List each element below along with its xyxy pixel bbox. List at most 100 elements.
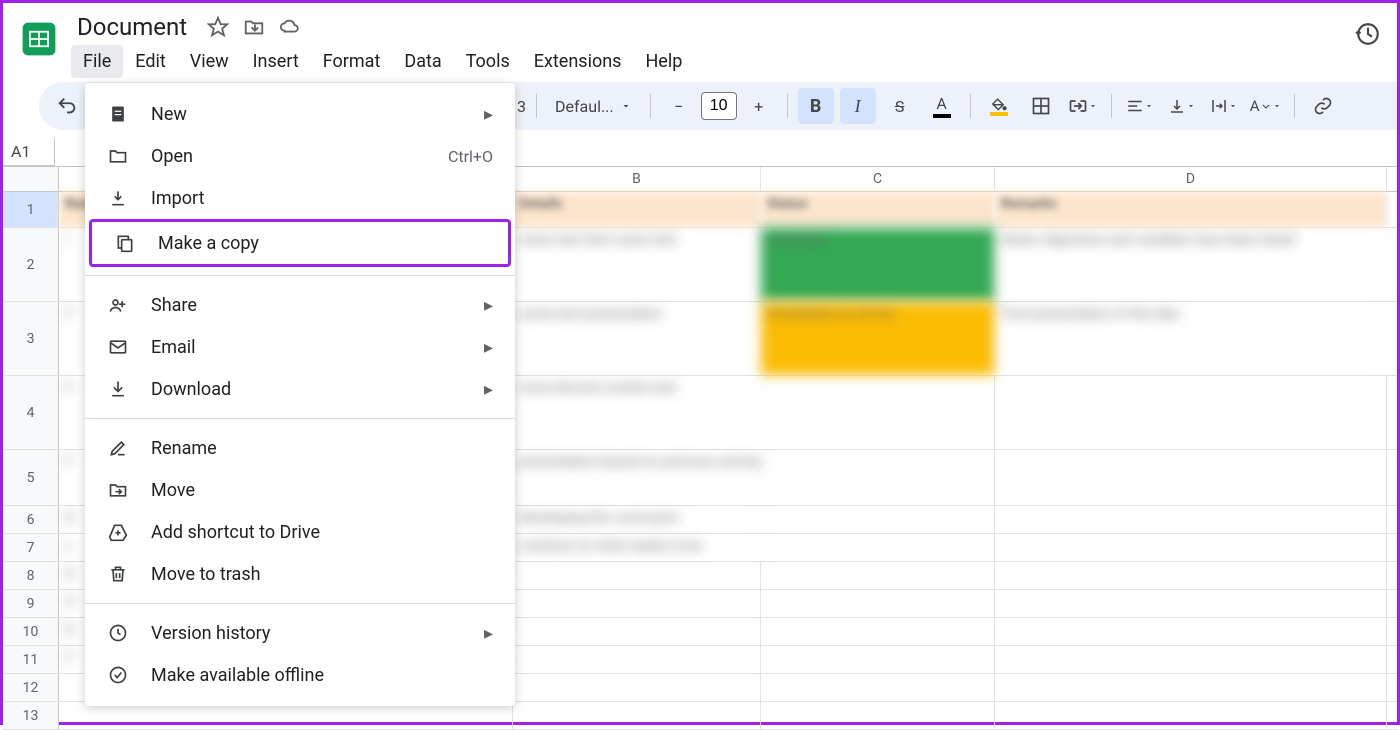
row-header[interactable]: 12 (3, 674, 59, 701)
menu-share[interactable]: Share ▸ (85, 284, 515, 326)
cell[interactable] (761, 376, 995, 449)
cell[interactable]: First presentation of the idea (995, 302, 1387, 375)
font-family-select[interactable]: Defaul... (547, 93, 640, 120)
decrease-font-button[interactable]: − (661, 88, 697, 124)
bold-button[interactable]: B (798, 88, 834, 124)
row-header[interactable]: 9 (3, 590, 59, 617)
row-header[interactable]: 2 (3, 228, 59, 301)
font-size-input[interactable] (701, 92, 737, 120)
cell[interactable]: Details (513, 192, 761, 227)
cell[interactable]: more blurred content text (513, 376, 761, 449)
name-box[interactable]: A1 (3, 138, 55, 166)
cell[interactable]: developing the curriculum (513, 506, 761, 533)
menu-version-history[interactable]: Version history ▸ (85, 612, 515, 654)
cell[interactable] (995, 646, 1387, 673)
cell[interactable]: Status (761, 192, 995, 227)
cell[interactable] (761, 506, 995, 533)
row-header[interactable]: 7 (3, 534, 59, 561)
select-all-corner[interactable] (3, 167, 59, 191)
cell[interactable] (761, 534, 995, 561)
row-header[interactable]: 5 (3, 450, 59, 505)
cell[interactable] (995, 534, 1387, 561)
merge-cells-button[interactable] (1065, 88, 1101, 124)
cell[interactable] (995, 376, 1387, 449)
borders-button[interactable] (1023, 88, 1059, 124)
history-icon[interactable] (1355, 21, 1381, 51)
cell[interactable] (513, 590, 761, 617)
menu-move[interactable]: Move (85, 469, 515, 511)
cell[interactable] (995, 506, 1387, 533)
column-header-c[interactable]: C (761, 167, 995, 191)
row-header[interactable]: 11 (3, 646, 59, 673)
vertical-align-button[interactable] (1164, 88, 1200, 124)
menu-file[interactable]: File (71, 45, 123, 78)
menu-tools[interactable]: Tools (454, 45, 522, 78)
cell[interactable] (761, 646, 995, 673)
menu-help[interactable]: Help (633, 45, 694, 78)
menu-open[interactable]: Open Ctrl+O (85, 135, 515, 177)
menu-label: Open (151, 146, 193, 167)
row-header[interactable]: 10 (3, 618, 59, 645)
cloud-saved-icon[interactable] (279, 16, 301, 38)
row-header[interactable]: 4 (3, 376, 59, 449)
cell[interactable] (995, 590, 1387, 617)
cell[interactable]: some text presentation (513, 302, 761, 375)
row-header[interactable]: 1 (3, 192, 59, 227)
cell[interactable] (761, 450, 995, 505)
italic-button[interactable]: I (840, 88, 876, 124)
menu-new[interactable]: New ▸ (85, 93, 515, 135)
cell[interactable]: Scheduled on 20 Oct (761, 302, 995, 375)
row-header[interactable]: 3 (3, 302, 59, 375)
cell[interactable]: presentation based on previous activity (513, 450, 761, 505)
menu-rename[interactable]: Rename (85, 427, 515, 469)
cell[interactable]: Remarks (995, 192, 1387, 227)
cell[interactable] (995, 674, 1387, 701)
cell[interactable] (513, 646, 761, 673)
move-folder-icon[interactable] (243, 16, 265, 38)
cell[interactable] (761, 562, 995, 589)
column-header-d[interactable]: D (995, 167, 1387, 191)
strikethrough-button[interactable]: S (882, 88, 918, 124)
text-color-button[interactable]: A (924, 88, 960, 124)
row-header[interactable]: 6 (3, 506, 59, 533)
cell[interactable]: continue on what needs to be (513, 534, 761, 561)
document-title[interactable]: Document (71, 11, 193, 43)
menu-email[interactable]: Email ▸ (85, 326, 515, 368)
text-rotation-button[interactable]: A (1248, 88, 1284, 124)
column-header-b[interactable]: B (513, 167, 761, 191)
star-icon[interactable] (207, 16, 229, 38)
menu-download[interactable]: Download ▸ (85, 368, 515, 410)
menu-data[interactable]: Data (392, 45, 453, 78)
row-header[interactable]: 8 (3, 562, 59, 589)
undo-button[interactable] (49, 88, 85, 124)
cell[interactable]: Notes objectives and variables have been… (995, 228, 1387, 301)
cell[interactable]: Complete (761, 228, 995, 301)
menu-import[interactable]: Import (85, 177, 515, 219)
menu-insert[interactable]: Insert (241, 45, 311, 78)
menu-view[interactable]: View (178, 45, 241, 78)
cell[interactable] (995, 618, 1387, 645)
menu-extensions[interactable]: Extensions (522, 45, 634, 78)
cell[interactable]: some text here some text (513, 228, 761, 301)
cell[interactable] (513, 618, 761, 645)
cell[interactable] (995, 562, 1387, 589)
increase-font-button[interactable]: + (741, 88, 777, 124)
cell[interactable] (761, 674, 995, 701)
cell[interactable] (995, 450, 1387, 505)
cell[interactable] (513, 562, 761, 589)
link-button[interactable] (1305, 88, 1341, 124)
text-wrap-button[interactable] (1206, 88, 1242, 124)
horizontal-align-button[interactable] (1122, 88, 1158, 124)
menu-make-a-copy[interactable]: Make a copy (92, 222, 508, 264)
cell[interactable] (513, 674, 761, 701)
cell[interactable] (761, 590, 995, 617)
menu-offline[interactable]: Make available offline (85, 654, 515, 696)
sheets-logo[interactable] (19, 19, 59, 59)
fill-color-button[interactable] (981, 88, 1017, 124)
menu-trash[interactable]: Move to trash (85, 553, 515, 595)
menu-add-shortcut[interactable]: Add shortcut to Drive (85, 511, 515, 553)
toolbar-divider (1111, 94, 1112, 118)
menu-format[interactable]: Format (311, 45, 393, 78)
cell[interactable] (761, 618, 995, 645)
menu-edit[interactable]: Edit (123, 45, 177, 78)
